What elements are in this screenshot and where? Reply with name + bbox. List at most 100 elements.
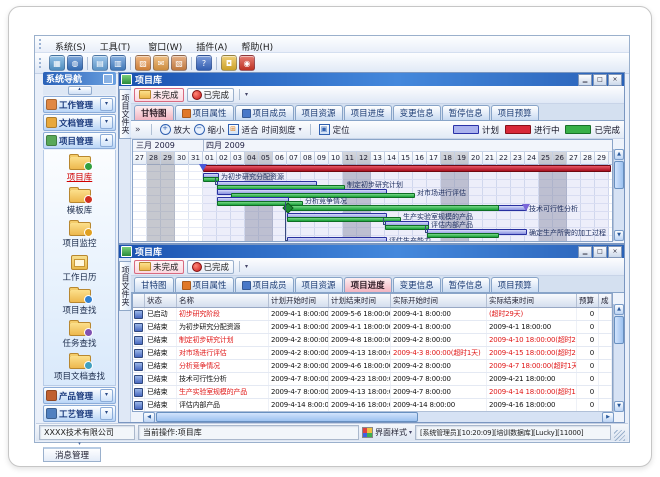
- table-row[interactable]: 已结束分析竞争情况2009-4-2 8:00:002009-4-6 18:00:…: [133, 360, 612, 373]
- locate-label[interactable]: 定位: [333, 124, 350, 136]
- stop-icon[interactable]: ◉: [239, 55, 255, 71]
- toolbar-grip[interactable]: [39, 39, 44, 49]
- pin-icon[interactable]: [103, 74, 113, 84]
- scroll-left-icon[interactable]: ◀: [143, 412, 155, 423]
- gantt-actual-bar[interactable]: [427, 233, 499, 238]
- toolbar-grip[interactable]: [39, 58, 44, 68]
- scroll-up-icon[interactable]: ▲: [614, 149, 624, 160]
- chevron-down-icon[interactable]: ▾: [100, 389, 113, 402]
- sidebar-section-项目管理[interactable]: 项目管理▴: [43, 132, 116, 149]
- table-tab-甘特图[interactable]: 甘特图: [134, 277, 174, 292]
- zoom-in-label[interactable]: 放大: [174, 124, 191, 136]
- close-button[interactable]: ×: [608, 246, 622, 258]
- maximize-button[interactable]: □: [593, 246, 607, 258]
- table-vertical-scrollbar[interactable]: ▲ ▼: [613, 304, 624, 412]
- time-scale-label[interactable]: 时间刻度: [262, 124, 296, 136]
- gantt-actual-bar[interactable]: [287, 205, 499, 211]
- gantt-tab-变更信息[interactable]: 变更信息: [393, 105, 441, 120]
- table-row[interactable]: 已结束生产实验室规模的产品2009-4-7 8:00:002009-4-13 1…: [133, 386, 612, 399]
- menu-item-3[interactable]: 窗口(W): [141, 43, 189, 53]
- sidebar-item-项目库[interactable]: 项目库: [44, 152, 115, 184]
- scrollbar-thumb[interactable]: [614, 316, 624, 344]
- sidebar-section-产品管理[interactable]: 产品管理▾: [43, 387, 116, 404]
- scroll-up-icon[interactable]: ▲: [614, 304, 624, 315]
- column-header-成[interactable]: 成: [599, 294, 612, 307]
- resize-grip[interactable]: [614, 430, 625, 441]
- filter-finished-button[interactable]: 已完成: [187, 88, 235, 102]
- table-tab-项目成员[interactable]: 项目成员: [235, 277, 294, 292]
- locate-icon[interactable]: ▣: [319, 124, 330, 135]
- menu-item-5[interactable]: 帮助(H): [234, 43, 280, 53]
- table-tab-项目预算[interactable]: 项目预算: [491, 277, 539, 292]
- table-row[interactable]: 已结束制定初步研究计划2009-4-2 8:00:002009-4-8 18:0…: [133, 334, 612, 347]
- column-header-预算[interactable]: 预算: [577, 294, 599, 307]
- sidebar-header[interactable]: 系统导航: [43, 72, 116, 85]
- column-header-计划开始时间[interactable]: 计划开始时间: [269, 294, 329, 307]
- folder-icon[interactable]: ▤: [92, 55, 108, 71]
- collapse-button[interactable]: ▴: [68, 86, 92, 95]
- gantt-tab-暂停信息[interactable]: 暂停信息: [442, 105, 490, 120]
- menu-item-2[interactable]: 工具(T): [93, 43, 138, 53]
- filter-unfinished-button[interactable]: 未完成: [134, 88, 184, 102]
- table-row[interactable]: 已结束为初步研究分配资源2009-4-1 8:00:002009-4-1 18:…: [133, 321, 612, 334]
- computer-icon[interactable]: ▦: [49, 55, 65, 71]
- filter-finished-button[interactable]: 已完成: [187, 260, 235, 274]
- fit-label[interactable]: 适合: [242, 124, 259, 136]
- globe-icon[interactable]: ◍: [67, 55, 83, 71]
- gantt-plan-bar[interactable]: [287, 237, 387, 242]
- chart-icon[interactable]: ▧: [171, 55, 187, 71]
- table-row[interactable]: 已结束对市场进行评估2009-4-2 8:00:002009-4-13 18:0…: [133, 347, 612, 360]
- table-tab-项目资源[interactable]: 项目资源: [295, 277, 343, 292]
- ui-style-chevron-icon[interactable]: ▾: [409, 429, 412, 436]
- table-tab-项目进度[interactable]: 项目进度: [344, 277, 392, 292]
- column-header-名称[interactable]: 名称: [177, 294, 269, 307]
- zoom-out-icon[interactable]: −: [194, 124, 205, 135]
- project-progress-table[interactable]: 状态名称计划开始时间计划结束时间实际开始时间实际结束时间预算成 已启动初步研究阶…: [132, 293, 613, 412]
- zoom-out-label[interactable]: 缩小: [208, 124, 225, 136]
- sidebar-item-项目监控[interactable]: 项目监控: [44, 218, 115, 250]
- sidebar-section-文档管理[interactable]: 文档管理▾: [43, 114, 116, 131]
- toolbar-overflow-chevron[interactable]: »: [135, 125, 141, 135]
- scroll-down-icon[interactable]: ▼: [614, 230, 624, 241]
- gantt-tab-项目进度[interactable]: 项目进度: [344, 105, 392, 120]
- gantt-tab-甘特图[interactable]: 甘特图: [134, 105, 174, 120]
- folder-save-icon[interactable]: ▥: [110, 55, 126, 71]
- gantt-actual-bar[interactable]: [287, 241, 387, 242]
- sidebar-item-模板库[interactable]: 模板库: [44, 185, 115, 217]
- chevron-down-icon[interactable]: ▾: [100, 116, 113, 129]
- gantt-tab-项目属性[interactable]: 项目属性: [175, 105, 234, 120]
- table-horizontal-scrollbar[interactable]: ◀ ▶: [143, 411, 614, 422]
- table-row[interactable]: 已结束技术可行性分析2009-4-7 8:00:002009-4-23 18:0…: [133, 373, 612, 386]
- sidebar-section-工艺管理[interactable]: 工艺管理▾: [43, 405, 116, 422]
- ui-style-selector[interactable]: 界面样式 ▾: [362, 427, 412, 438]
- fit-icon[interactable]: ⊞: [228, 124, 239, 135]
- filter-more-chevron-icon[interactable]: ▾: [245, 263, 248, 270]
- sidebar-section-工作管理[interactable]: 工作管理▾: [43, 96, 116, 113]
- scroll-down-icon[interactable]: ▼: [614, 401, 624, 412]
- table-tab-项目属性[interactable]: 项目属性: [175, 277, 234, 292]
- gantt-tab-项目预算[interactable]: 项目预算: [491, 105, 539, 120]
- gantt-panel-titlebar[interactable]: 项目库 ▁ □ ×: [119, 73, 624, 86]
- minimize-button[interactable]: ▁: [578, 74, 592, 86]
- tab-message-management[interactable]: 消息管理: [43, 447, 101, 462]
- filter-unfinished-button[interactable]: 未完成: [134, 260, 184, 274]
- gantt-tab-项目资源[interactable]: 项目资源: [295, 105, 343, 120]
- column-header-计划结束时间[interactable]: 计划结束时间: [329, 294, 391, 307]
- scrollbar-thumb[interactable]: [614, 161, 624, 189]
- sidebar-item-项目文档查找[interactable]: 项目文档查找: [44, 351, 115, 383]
- scroll-right-icon[interactable]: ▶: [602, 412, 614, 423]
- table-row[interactable]: 已启动初步研究阶段2009-4-1 8:00:002009-5-6 18:00:…: [133, 308, 612, 321]
- table-panel-titlebar[interactable]: 项目库 ▁ □ ×: [119, 245, 624, 258]
- help-icon[interactable]: ?: [196, 55, 212, 71]
- maximize-button[interactable]: □: [593, 74, 607, 86]
- sidebar-item-工作日历[interactable]: 工作日历: [44, 251, 115, 284]
- chevron-up-icon[interactable]: ▴: [100, 134, 113, 147]
- gantt-tab-项目成员[interactable]: 项目成员: [235, 105, 294, 120]
- minimize-button[interactable]: ▁: [578, 246, 592, 258]
- gantt-actual-bar[interactable]: [385, 225, 429, 230]
- column-header-实际结束时间[interactable]: 实际结束时间: [487, 294, 577, 307]
- table-tab-暂停信息[interactable]: 暂停信息: [442, 277, 490, 292]
- menu-item-1[interactable]: 系统(S): [48, 43, 93, 53]
- report-icon[interactable]: ▨: [135, 55, 151, 71]
- scrollbar-thumb[interactable]: [156, 412, 418, 422]
